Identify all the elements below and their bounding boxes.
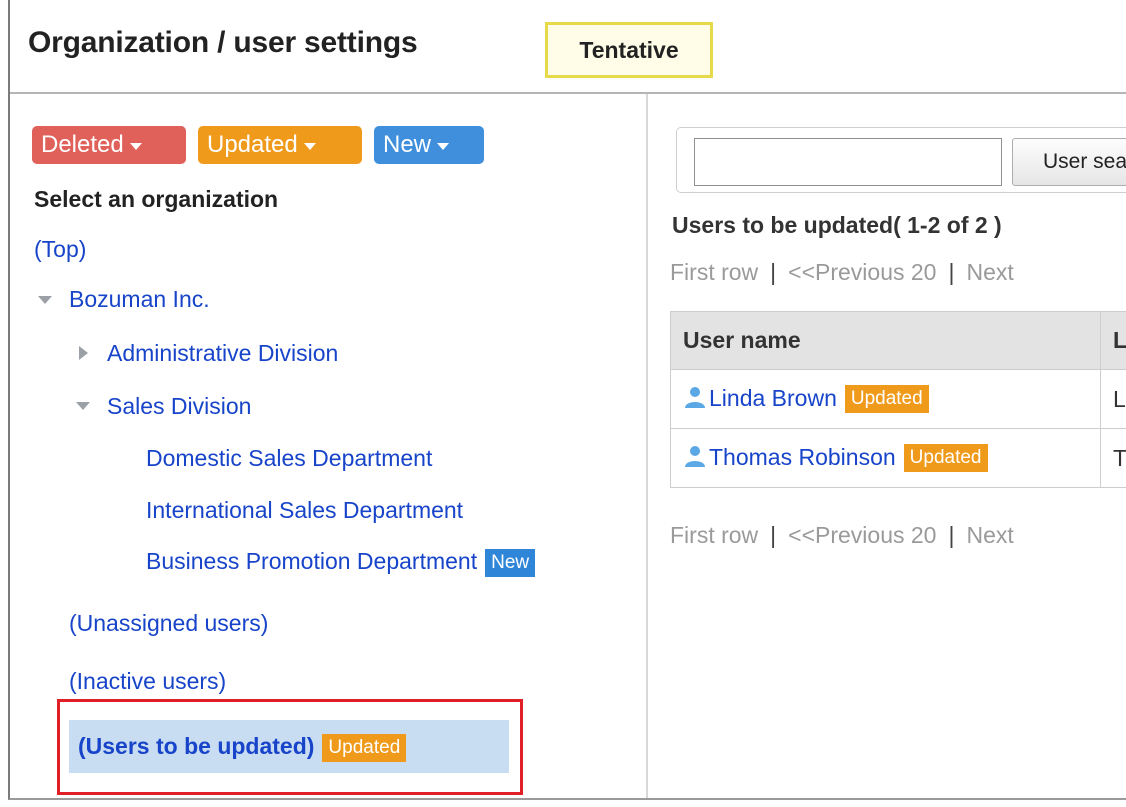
tentative-status-badge: Tentative <box>545 22 713 78</box>
user-search-button[interactable]: User search <box>1012 138 1126 186</box>
chevron-down-icon <box>437 142 450 150</box>
tree-item-business-promotion-label: Business Promotion Department <box>146 548 478 574</box>
pager-next[interactable]: Next <box>966 522 1013 548</box>
users-table: User name L Linda Brown Updated L Thomas … <box>670 311 1126 488</box>
annotation-highlight-box <box>57 699 523 795</box>
tree-item-unassigned-users[interactable]: (Unassigned users) <box>69 610 268 637</box>
updated-badge: Updated <box>903 444 988 473</box>
column-header-user-name[interactable]: User name <box>670 311 1101 370</box>
user-link[interactable]: Thomas Robinson <box>709 444 896 470</box>
user-icon <box>685 445 705 467</box>
user-name-cell: Linda Brown Updated <box>670 369 1101 429</box>
updated-badge: Updated <box>844 385 929 414</box>
expand-arrow-icon[interactable] <box>79 346 88 360</box>
tree-item-inactive-users[interactable]: (Inactive users) <box>69 668 226 695</box>
page-header: Organization / user settings Tentative <box>10 0 1126 94</box>
user-search-input[interactable] <box>694 138 1002 186</box>
collapse-arrow-icon[interactable] <box>76 402 90 410</box>
updated-filter-label: Updated <box>207 131 298 158</box>
user-link[interactable]: Linda Brown <box>709 385 837 411</box>
pager-bottom: First row | <<Previous 20 | Next <box>670 522 1014 548</box>
deleted-filter-label: Deleted <box>41 131 124 158</box>
tree-item-sales-division[interactable]: Sales Division <box>107 393 251 420</box>
new-filter-button[interactable]: New <box>374 126 484 164</box>
table-row: Thomas Robinson Updated T <box>670 428 1126 488</box>
deleted-filter-button[interactable]: Deleted <box>32 126 186 164</box>
table-cell: T <box>1099 428 1126 488</box>
column-header-second[interactable]: L <box>1099 311 1126 370</box>
pager-previous[interactable]: <<Previous 20 <box>788 259 936 285</box>
pager-previous[interactable]: <<Previous 20 <box>788 522 936 548</box>
tree-item-international-sales[interactable]: International Sales Department <box>146 497 463 524</box>
tree-item-business-promotion[interactable]: Business Promotion Department New <box>146 548 536 577</box>
user-name-cell: Thomas Robinson Updated <box>670 428 1101 488</box>
table-row: Linda Brown Updated L <box>670 369 1126 429</box>
chevron-down-icon <box>303 142 316 150</box>
pager-first-row[interactable]: First row <box>670 259 758 285</box>
new-badge: New <box>485 548 536 577</box>
collapse-arrow-icon[interactable] <box>38 296 52 304</box>
pager-first-row[interactable]: First row <box>670 522 758 548</box>
page-title: Organization / user settings <box>28 26 418 59</box>
updated-filter-button[interactable]: Updated <box>198 126 362 164</box>
select-organization-heading: Select an organization <box>34 186 279 212</box>
chevron-down-icon <box>129 142 142 150</box>
pager-next[interactable]: Next <box>966 259 1013 285</box>
table-cell: L <box>1099 369 1126 429</box>
user-icon <box>685 386 705 408</box>
pager-top: First row | <<Previous 20 | Next <box>670 259 1014 285</box>
results-heading: Users to be updated( 1-2 of 2 ) <box>672 212 1002 238</box>
tree-item-bozuman[interactable]: Bozuman Inc. <box>69 286 210 313</box>
new-filter-label: New <box>383 131 432 158</box>
tree-item-domestic-sales[interactable]: Domestic Sales Department <box>146 445 432 472</box>
tree-item-top[interactable]: (Top) <box>34 236 86 263</box>
tree-item-administrative-division[interactable]: Administrative Division <box>107 340 338 367</box>
